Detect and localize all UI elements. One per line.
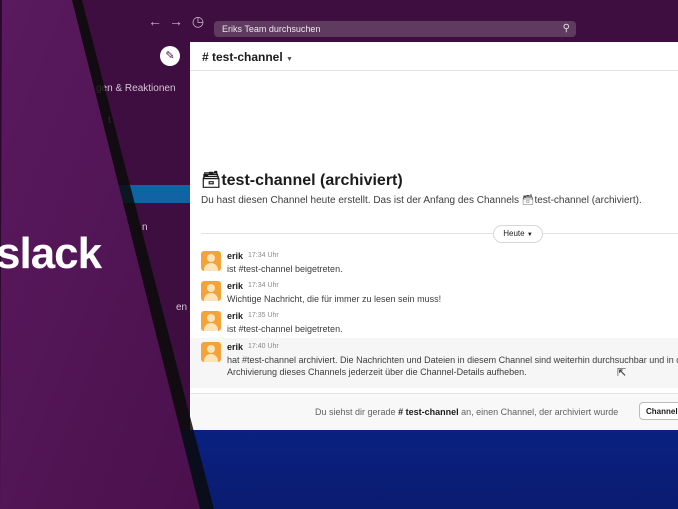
chevron-down-icon: ▼ <box>526 232 533 238</box>
sidebar-item-2[interactable]: t <box>108 115 111 126</box>
avatar[interactable] <box>201 251 221 271</box>
message-time[interactable]: 17:34 Uhr <box>248 282 279 289</box>
arrow-right-icon[interactable]: → <box>168 13 184 29</box>
message-author[interactable]: erik <box>227 342 243 352</box>
message-time[interactable]: 17:35 Uhr <box>248 312 279 319</box>
brand-logo-text: slack <box>0 229 102 278</box>
archived-channel-footer: Du siehst dir gerade # test-channel an, … <box>190 393 678 430</box>
message-author[interactable]: erik <box>227 311 243 321</box>
channel-intro-text: Du hast diesen Channel heute erstellt. D… <box>201 195 642 206</box>
channel-details-button[interactable]: Channel d <box>639 402 678 420</box>
archive-icon: 🗃 <box>201 172 222 189</box>
day-divider <box>201 233 678 234</box>
archive-icon: 🗃 <box>521 195 535 206</box>
channel-intro-title: 🗃test-channel (archiviert) <box>201 172 403 189</box>
compose-icon[interactable]: ✎ <box>160 46 180 66</box>
avatar[interactable] <box>201 281 221 301</box>
sidebar-item-3[interactable]: n <box>142 222 148 233</box>
channel-header: # test-channel ▼ <box>190 42 678 71</box>
search-placeholder: Eriks Team durchsuchen <box>222 24 321 34</box>
clock-icon[interactable]: ◷ <box>190 13 206 29</box>
message-time[interactable]: 17:34 Uhr <box>248 252 279 259</box>
avatar[interactable] <box>201 342 221 362</box>
search-icon: ⚲ <box>562 23 570 34</box>
mouse-cursor-icon: ⇱ <box>617 367 627 379</box>
sidebar-item-active[interactable] <box>100 185 190 203</box>
workspace-name[interactable]: m ▼ <box>58 49 80 63</box>
message-author[interactable]: erik <box>227 281 243 291</box>
sidebar-item-reactions[interactable]: gen & Reaktionen <box>96 83 176 94</box>
arrow-left-icon[interactable]: ← <box>147 13 163 29</box>
slack-window: ← → ◷ Eriks Team durchsuchen ⚲ m ▼ ✎ gen… <box>0 0 678 430</box>
message-text: ist #test-channel beigetreten. <box>227 264 343 274</box>
search-input[interactable]: Eriks Team durchsuchen ⚲ <box>214 21 576 37</box>
title-bar: ← → ◷ Eriks Team durchsuchen ⚲ <box>0 0 678 42</box>
message-text: ist #test-channel beigetreten. <box>227 324 343 334</box>
message-time[interactable]: 17:40 Uhr <box>248 343 279 350</box>
message-author[interactable]: erik <box>227 251 243 261</box>
chevron-down-icon: ▼ <box>286 56 293 63</box>
archived-notice: Du siehst dir gerade # test-channel an, … <box>315 407 619 417</box>
chevron-down-icon: ▼ <box>72 53 80 62</box>
day-jump-button[interactable]: Heute ▼ <box>493 225 543 243</box>
message-text: hat #test-channel archiviert. Die Nachri… <box>227 355 678 377</box>
channel-title[interactable]: # test-channel ▼ <box>202 50 293 64</box>
message-text: Wichtige Nachricht, die für immer zu les… <box>227 294 442 304</box>
sidebar-item-4[interactable]: en <box>176 302 187 313</box>
avatar[interactable] <box>201 311 221 331</box>
